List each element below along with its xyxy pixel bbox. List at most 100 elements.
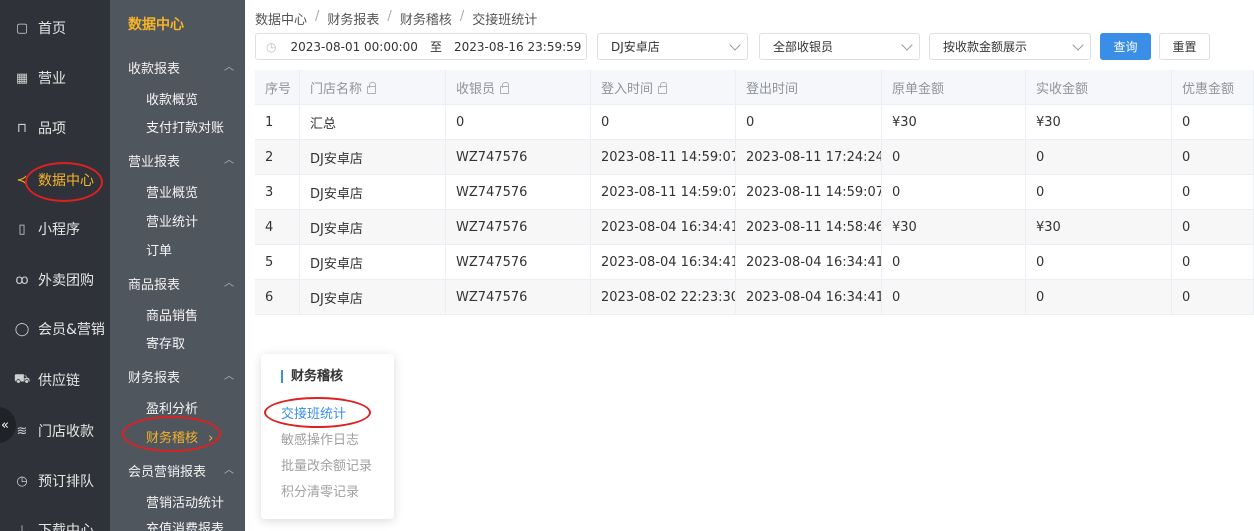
display-mode-value: 按收款金额展示 (943, 40, 1028, 54)
table-cell: 2023-08-11 17:24:24 (736, 140, 882, 175)
table-cell: DJ安卓店 (300, 140, 446, 175)
sub-link-profit-analysis[interactable]: 盈利分析 (146, 398, 198, 417)
sub-group-label: 财务报表 (128, 371, 181, 386)
sub-link-payout-reconcile[interactable]: 支付打款对账 (146, 117, 224, 136)
table-cell: 0 (1026, 245, 1172, 280)
breadcrumb-item[interactable]: 财务报表 (327, 9, 379, 28)
sub-link-business-stats[interactable]: 营业统计 (146, 211, 198, 230)
sub-link-orders[interactable]: 订单 (146, 240, 172, 259)
table-row[interactable]: 2 DJ安卓店 WZ747576 2023-08-11 14:59:07 2023-08… (255, 140, 1254, 175)
sub-group-finance-report[interactable]: 财务报表 ︿ (128, 367, 238, 386)
popup-item-sensitive-log[interactable]: 敏感操作日志 (281, 429, 359, 448)
nav-item-reservation[interactable]: ◷ 预订排队 (0, 461, 110, 501)
table-cell: 0 (1172, 105, 1254, 140)
nav-item-label: 小程序 (38, 222, 80, 238)
main-nav: ▢ 首页 ▦ 营业 ⊓ 品项 ≺ 数据中心 ▯ 小程序 ꝏ 外卖团购 ◯ 会员&… (0, 0, 110, 531)
table-cell: ¥30 (882, 210, 1026, 245)
col-header: 登出时间 (736, 70, 882, 105)
nav-item-home[interactable]: ▢ 首页 (0, 8, 110, 48)
date-range-picker[interactable]: ◷ 2023-08-01 00:00:00 至 2023-08-16 23:59… (255, 33, 587, 60)
nav-item-label: 营业 (38, 71, 66, 87)
phone-icon: ▯ (18, 221, 26, 237)
clock-icon: ◷ (16, 473, 28, 489)
table-cell: 0 (1026, 280, 1172, 315)
date-separator: 至 (429, 40, 442, 54)
table-cell: DJ安卓店 (300, 280, 446, 315)
nav-item-delivery[interactable]: ꝏ 外卖团购 (0, 260, 110, 300)
nav-item-data-center[interactable]: ≺ 数据中心 (0, 160, 110, 200)
sub-menu: 数据中心 收款报表 ︿ 收款概览 支付打款对账 营业报表 ︿ 营业概览 营业统计… (110, 0, 245, 531)
table-cell: WZ747576 (446, 280, 591, 315)
lock-icon (367, 81, 377, 94)
table-cell: 0 (1172, 280, 1254, 315)
display-mode-select[interactable]: 按收款金额展示 (929, 33, 1091, 60)
sub-group-business-report[interactable]: 营业报表 ︿ (128, 151, 238, 170)
sub-group-product-report[interactable]: 商品报表 ︿ (128, 274, 238, 293)
col-header: 实收金额 (1026, 70, 1172, 105)
table-cell: 2023-08-04 16:34:41 (591, 245, 736, 280)
sub-link-recharge-report[interactable]: 充值消费报表 (146, 518, 224, 531)
table-cell: 0 (446, 105, 591, 140)
table-row[interactable]: 3 DJ安卓店 WZ747576 2023-08-11 14:59:07 2023-08… (255, 175, 1254, 210)
table-cell: 0 (1026, 140, 1172, 175)
popup-item-shift-stats[interactable]: 交接班统计 (281, 403, 346, 422)
table-row[interactable]: 6 DJ安卓店 WZ747576 2023-08-02 22:23:30 2023-08… (255, 280, 1254, 315)
finance-audit-popup: 财务稽核 交接班统计 敏感操作日志 批量改余额记录 积分清零记录 (261, 354, 394, 519)
nav-item-label: 会员&营销 (38, 322, 105, 338)
breadcrumb-item[interactable]: 财务稽核 (400, 9, 452, 28)
table-row[interactable]: 4 DJ安卓店 WZ747576 2023-08-04 16:34:41 2023-08… (255, 210, 1254, 245)
nav-item-store-payment[interactable]: ≋ 门店收款 (0, 411, 110, 451)
table-cell: 2023-08-04 16:34:41 (736, 280, 882, 315)
col-header: 原单金额 (882, 70, 1026, 105)
clock-icon: ◷ (266, 39, 277, 54)
table-cell: 0 (882, 280, 1026, 315)
popup-item-balance-change[interactable]: 批量改余额记录 (281, 455, 372, 474)
table-cell: 2023-08-04 16:34:41 (736, 245, 882, 280)
sub-link-business-overview[interactable]: 营业概览 (146, 182, 198, 201)
download-icon: ⤓ (19, 522, 25, 531)
nav-item-label: 预订排队 (38, 474, 94, 490)
nav-item-download[interactable]: ⤓ 下载中心 (0, 510, 110, 531)
sub-menu-title: 数据中心 (128, 17, 184, 33)
sub-link-product-sales[interactable]: 商品销售 (146, 305, 198, 324)
popup-item-points-clear[interactable]: 积分清零记录 (281, 481, 359, 500)
breadcrumb-item[interactable]: 数据中心 (255, 9, 307, 28)
nav-item-members[interactable]: ◯ 会员&营销 (0, 309, 110, 349)
query-button[interactable]: 查询 (1100, 33, 1151, 60)
table-row[interactable]: 1 汇总 0 0 0 ¥30 ¥30 0 (255, 105, 1254, 140)
nav-item-business[interactable]: ▦ 营业 (0, 58, 110, 98)
lock-icon (500, 81, 510, 94)
table-cell: 2 (255, 140, 300, 175)
sub-link-payment-overview[interactable]: 收款概览 (146, 89, 198, 108)
store-select[interactable]: DJ安卓店 (597, 33, 748, 60)
table-cell: 0 (736, 105, 882, 140)
breadcrumb: 数据中心 / 财务报表 / 财务稽核 / 交接班统计 (255, 9, 538, 28)
nav-item-label: 门店收款 (38, 424, 94, 440)
sub-link-finance-audit[interactable]: 财务稽核 › (146, 427, 213, 446)
cashier-select-value: 全部收银员 (773, 40, 834, 54)
nav-item-mini-program[interactable]: ▯ 小程序 (0, 209, 110, 249)
nav-item-supply-chain[interactable]: ⛟ 供应链 (0, 360, 110, 400)
sub-link-label: 财务稽核 (146, 431, 199, 446)
chevron-up-icon: ︿ (224, 155, 234, 166)
reset-button[interactable]: 重置 (1159, 33, 1210, 60)
table-cell: ¥30 (882, 105, 1026, 140)
table-cell: WZ747576 (446, 210, 591, 245)
table-header: 序号 门店名称 收银员 登入时间 登出时间 原单金额 实收金额 优惠金额 (255, 70, 1254, 105)
table-row[interactable]: 5 DJ安卓店 WZ747576 2023-08-04 16:34:41 2023-08… (255, 245, 1254, 280)
sub-group-payment-report[interactable]: 收款报表 ︿ (128, 58, 238, 77)
cashier-select[interactable]: 全部收银员 (759, 33, 920, 60)
table-cell: 0 (882, 245, 1026, 280)
bag-icon: ⊓ (16, 120, 28, 136)
chevron-up-icon: ︿ (224, 371, 234, 382)
table-cell: 3 (255, 175, 300, 210)
table-cell: ¥30 (1026, 210, 1172, 245)
sub-group-member-report[interactable]: 会员营销报表 ︿ (128, 461, 238, 480)
sub-link-storage[interactable]: 寄存取 (146, 333, 185, 352)
table-cell: 0 (1172, 175, 1254, 210)
nav-item-label: 供应链 (38, 373, 80, 389)
nav-item-products[interactable]: ⊓ 品项 (0, 108, 110, 148)
sub-link-marketing-stats[interactable]: 营销活动统计 (146, 492, 224, 511)
nav-item-label: 首页 (38, 21, 66, 37)
table-cell: WZ747576 (446, 140, 591, 175)
